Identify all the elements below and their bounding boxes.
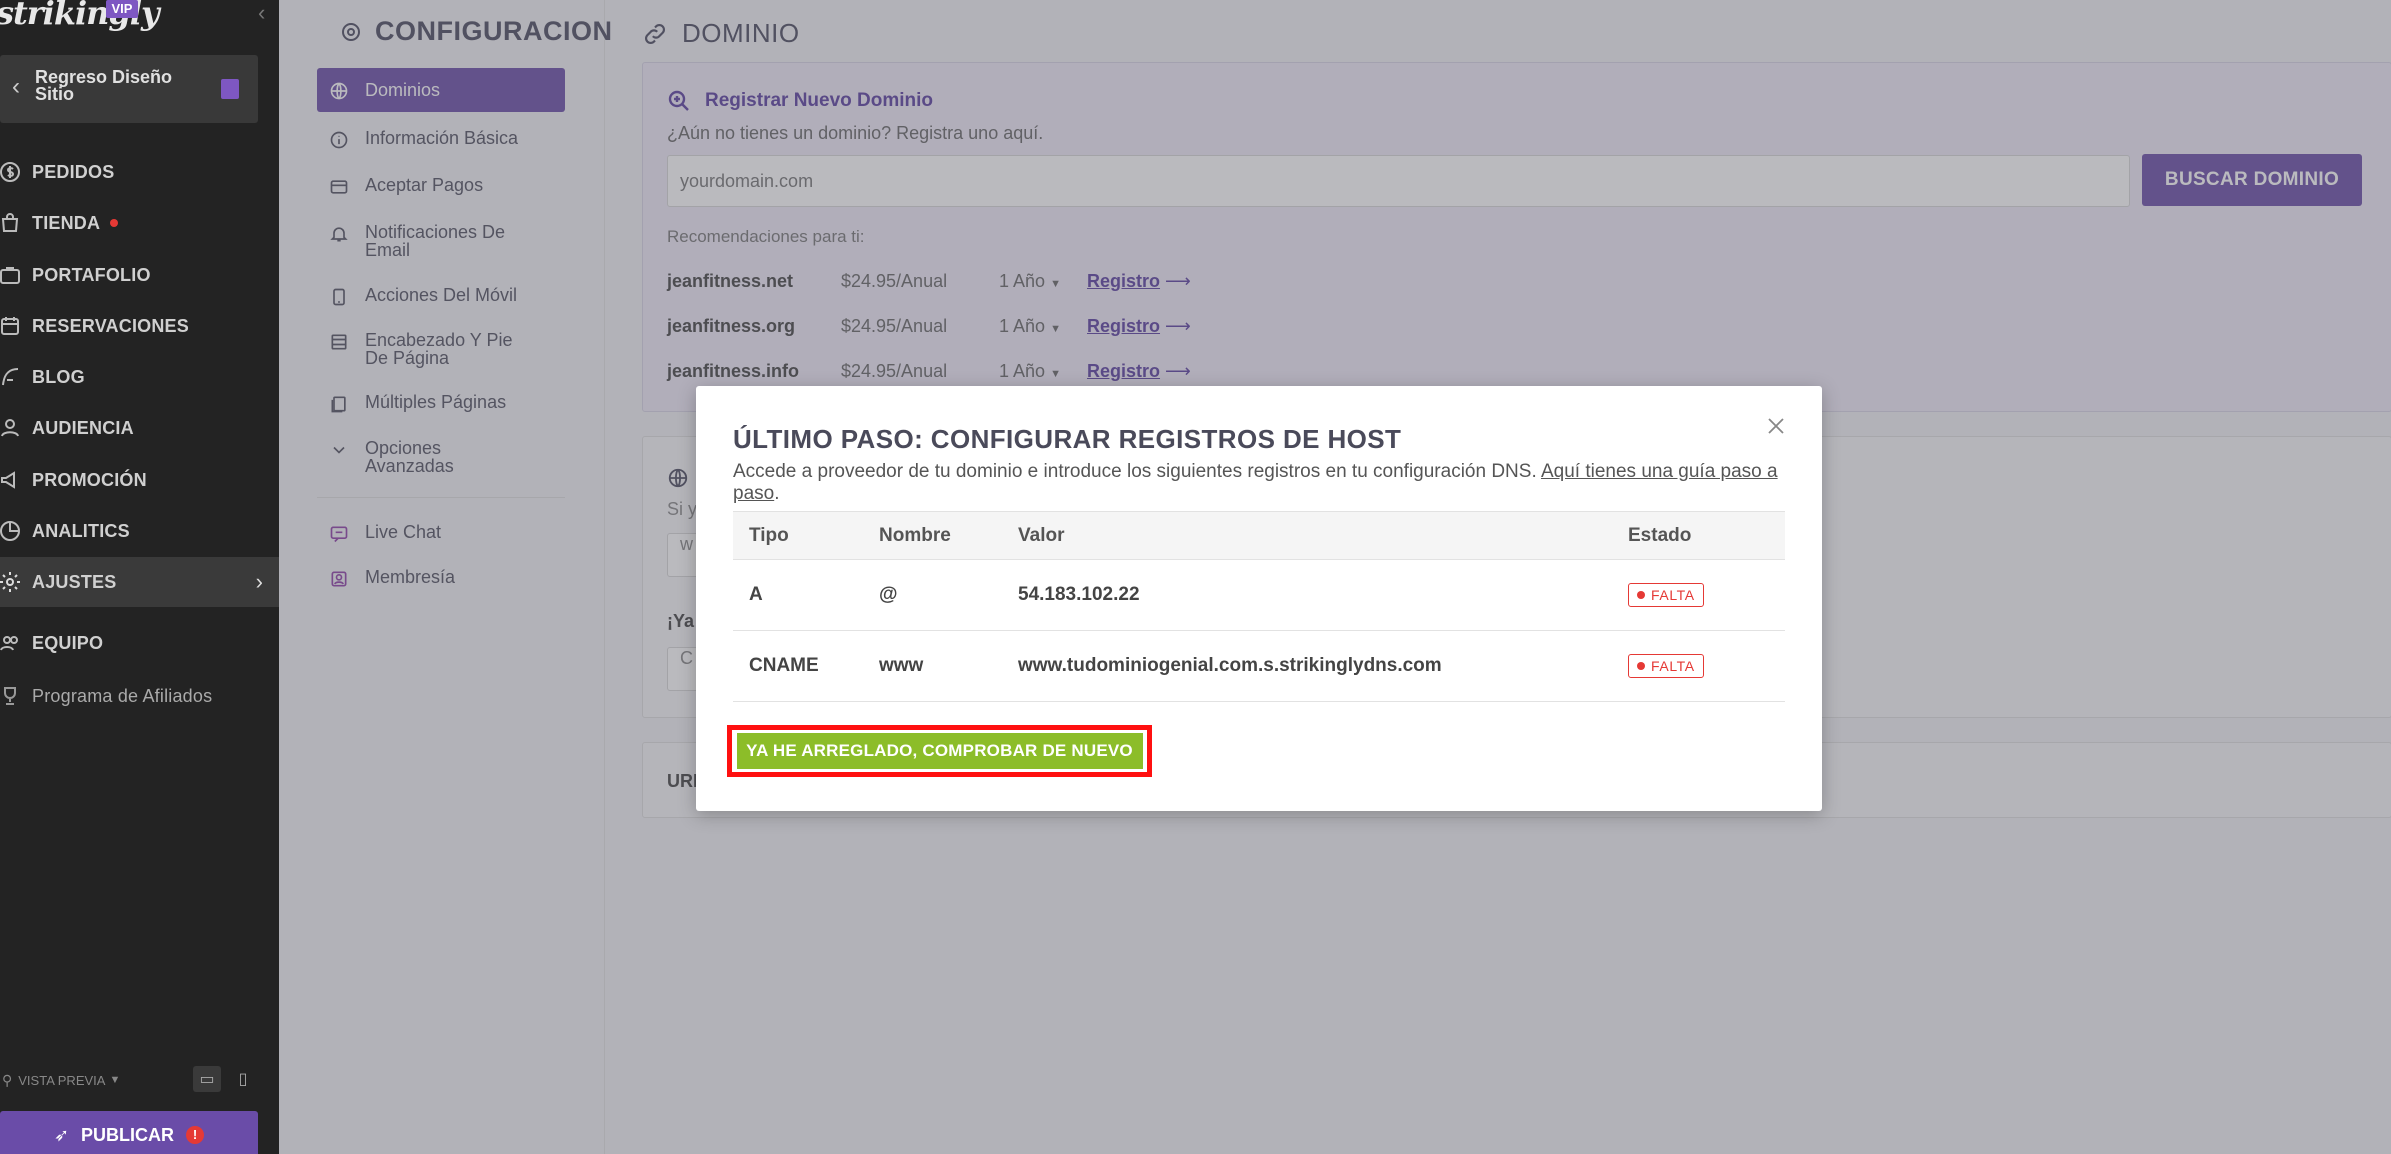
chevron-left-icon: ‹	[12, 73, 20, 100]
record-value: 54.183.102.22	[1002, 559, 1612, 631]
sidebar-item-pedidos[interactable]: PEDIDOS	[0, 147, 279, 197]
close-icon[interactable]	[1764, 414, 1788, 438]
desktop-icon: ▭	[199, 1071, 215, 1088]
host-records-modal: ÚLTIMO PASO: CONFIGURAR REGISTROS DE HOS…	[696, 386, 1822, 811]
sidebar-item-label: PORTAFOLIO	[32, 264, 151, 285]
sidebar-item-reservaciones[interactable]: RESERVACIONES	[0, 301, 279, 351]
feather-pen-icon	[0, 363, 24, 391]
chevron-right-icon: ›	[255, 569, 263, 594]
team-icon	[0, 629, 24, 657]
page-icon	[221, 79, 239, 99]
vip-badge: VIP	[106, 0, 138, 18]
rocket-icon: ➶	[53, 1124, 70, 1145]
sidebar-item-audiencia[interactable]: AUDIENCIA	[0, 403, 279, 453]
sidebar-item-label: TIENDA	[32, 212, 101, 233]
sidebar-item-tienda[interactable]: TIENDA	[0, 198, 279, 248]
sidebar-item-label: PROMOCIÓN	[32, 469, 147, 490]
dollar-circle-icon	[0, 158, 24, 186]
sidebar-item-label: BLOG	[32, 366, 85, 387]
column-header-estado: Estado	[1612, 511, 1785, 560]
sidebar-item-blog[interactable]: BLOG	[0, 352, 279, 402]
status-dot-icon	[1637, 662, 1645, 670]
guide-suffix: .	[774, 483, 780, 504]
caret-down-icon: ▼	[109, 1074, 121, 1086]
dns-records-table: Tipo Nombre Valor Estado A @ 54.183.102.…	[733, 511, 1785, 702]
publish-label: PUBLICAR	[81, 1124, 175, 1145]
record-status-cell: FALTA	[1612, 630, 1785, 702]
briefcase-icon	[0, 261, 24, 289]
pie-chart-icon	[0, 517, 24, 545]
record-value: www.tudominiogenial.com.s.strikinglydns.…	[1002, 630, 1612, 702]
sidebar-item-analitics[interactable]: ANALITICS	[0, 506, 279, 556]
back-to-site-design-button[interactable]: ‹ Regreso Diseño Sitio	[0, 55, 258, 123]
table-row: CNAME www www.tudominiogenial.com.s.stri…	[733, 630, 1785, 702]
column-header-tipo: Tipo	[733, 511, 863, 560]
record-type: CNAME	[733, 630, 863, 702]
megaphone-icon	[0, 466, 24, 494]
publish-button[interactable]: ➶ PUBLICAR !	[0, 1111, 258, 1154]
sidebar-item-equipo[interactable]: EQUIPO	[0, 618, 279, 668]
sidebar-item-label: RESERVACIONES	[32, 315, 189, 336]
sidebar-item-promocion[interactable]: PROMOCIÓN	[0, 455, 279, 505]
record-type: A	[733, 559, 863, 631]
modal-description-text: Accede a proveedor de tu dominio e intro…	[733, 461, 1537, 482]
table-row: A @ 54.183.102.22 FALTA	[733, 559, 1785, 631]
store-icon	[0, 209, 24, 237]
sidebar-item-label: PEDIDOS	[32, 161, 115, 182]
record-name: @	[863, 559, 1002, 631]
left-sidebar: strikingly VIP ‹ ‹ Regreso Diseño Sitio …	[0, 0, 279, 1154]
trophy-icon	[0, 682, 24, 710]
status-badge: FALTA	[1628, 654, 1704, 678]
column-header-nombre: Nombre	[863, 511, 1002, 560]
calendar-icon	[0, 312, 24, 340]
back-button-label: Regreso Diseño Sitio	[35, 67, 173, 104]
users-icon	[0, 414, 24, 442]
search-icon: ⚲	[2, 1071, 13, 1088]
table-header-row: Tipo Nombre Valor Estado	[733, 511, 1785, 560]
status-text: FALTA	[1651, 658, 1695, 674]
check-again-button[interactable]: YA HE ARREGLADO, COMPROBAR DE NUEVO	[736, 733, 1143, 769]
sidebar-item-afiliados[interactable]: Programa de Afiliados	[0, 671, 279, 721]
sidebar-item-label: EQUIPO	[32, 632, 104, 653]
status-text: FALTA	[1651, 587, 1695, 603]
status-badge: FALTA	[1628, 583, 1704, 607]
check-again-button-highlight: YA HE ARREGLADO, COMPROBAR DE NUEVO	[727, 725, 1152, 777]
sidebar-item-label: ANALITICS	[32, 520, 130, 541]
mobile-icon: ▯	[238, 1071, 248, 1088]
sidebar-item-label: AUDIENCIA	[32, 417, 134, 438]
modal-title: ÚLTIMO PASO: CONFIGURAR REGISTROS DE HOS…	[733, 424, 1402, 454]
desktop-preview-button[interactable]: ▭	[193, 1066, 221, 1092]
gear-icon	[0, 568, 24, 596]
sidebar-item-portafolio[interactable]: PORTAFOLIO	[0, 250, 279, 300]
notification-dot	[110, 219, 119, 227]
column-header-valor: Valor	[1002, 511, 1612, 560]
sidebar-item-label: AJUSTES	[32, 571, 117, 592]
collapse-sidebar-icon[interactable]: ‹	[258, 0, 265, 26]
sidebar-item-ajustes[interactable]: AJUSTES ›	[0, 557, 279, 607]
record-name: www	[863, 630, 1002, 702]
record-status-cell: FALTA	[1612, 559, 1785, 631]
publish-alert-badge: !	[186, 1126, 205, 1144]
mobile-preview-button[interactable]: ▯	[229, 1066, 257, 1092]
sidebar-item-label: Programa de Afiliados	[32, 685, 213, 706]
preview-label: VISTA PREVIA	[18, 1072, 106, 1088]
status-dot-icon	[1637, 591, 1645, 599]
modal-description: Accede a proveedor de tu dominio e intro…	[733, 461, 1822, 505]
